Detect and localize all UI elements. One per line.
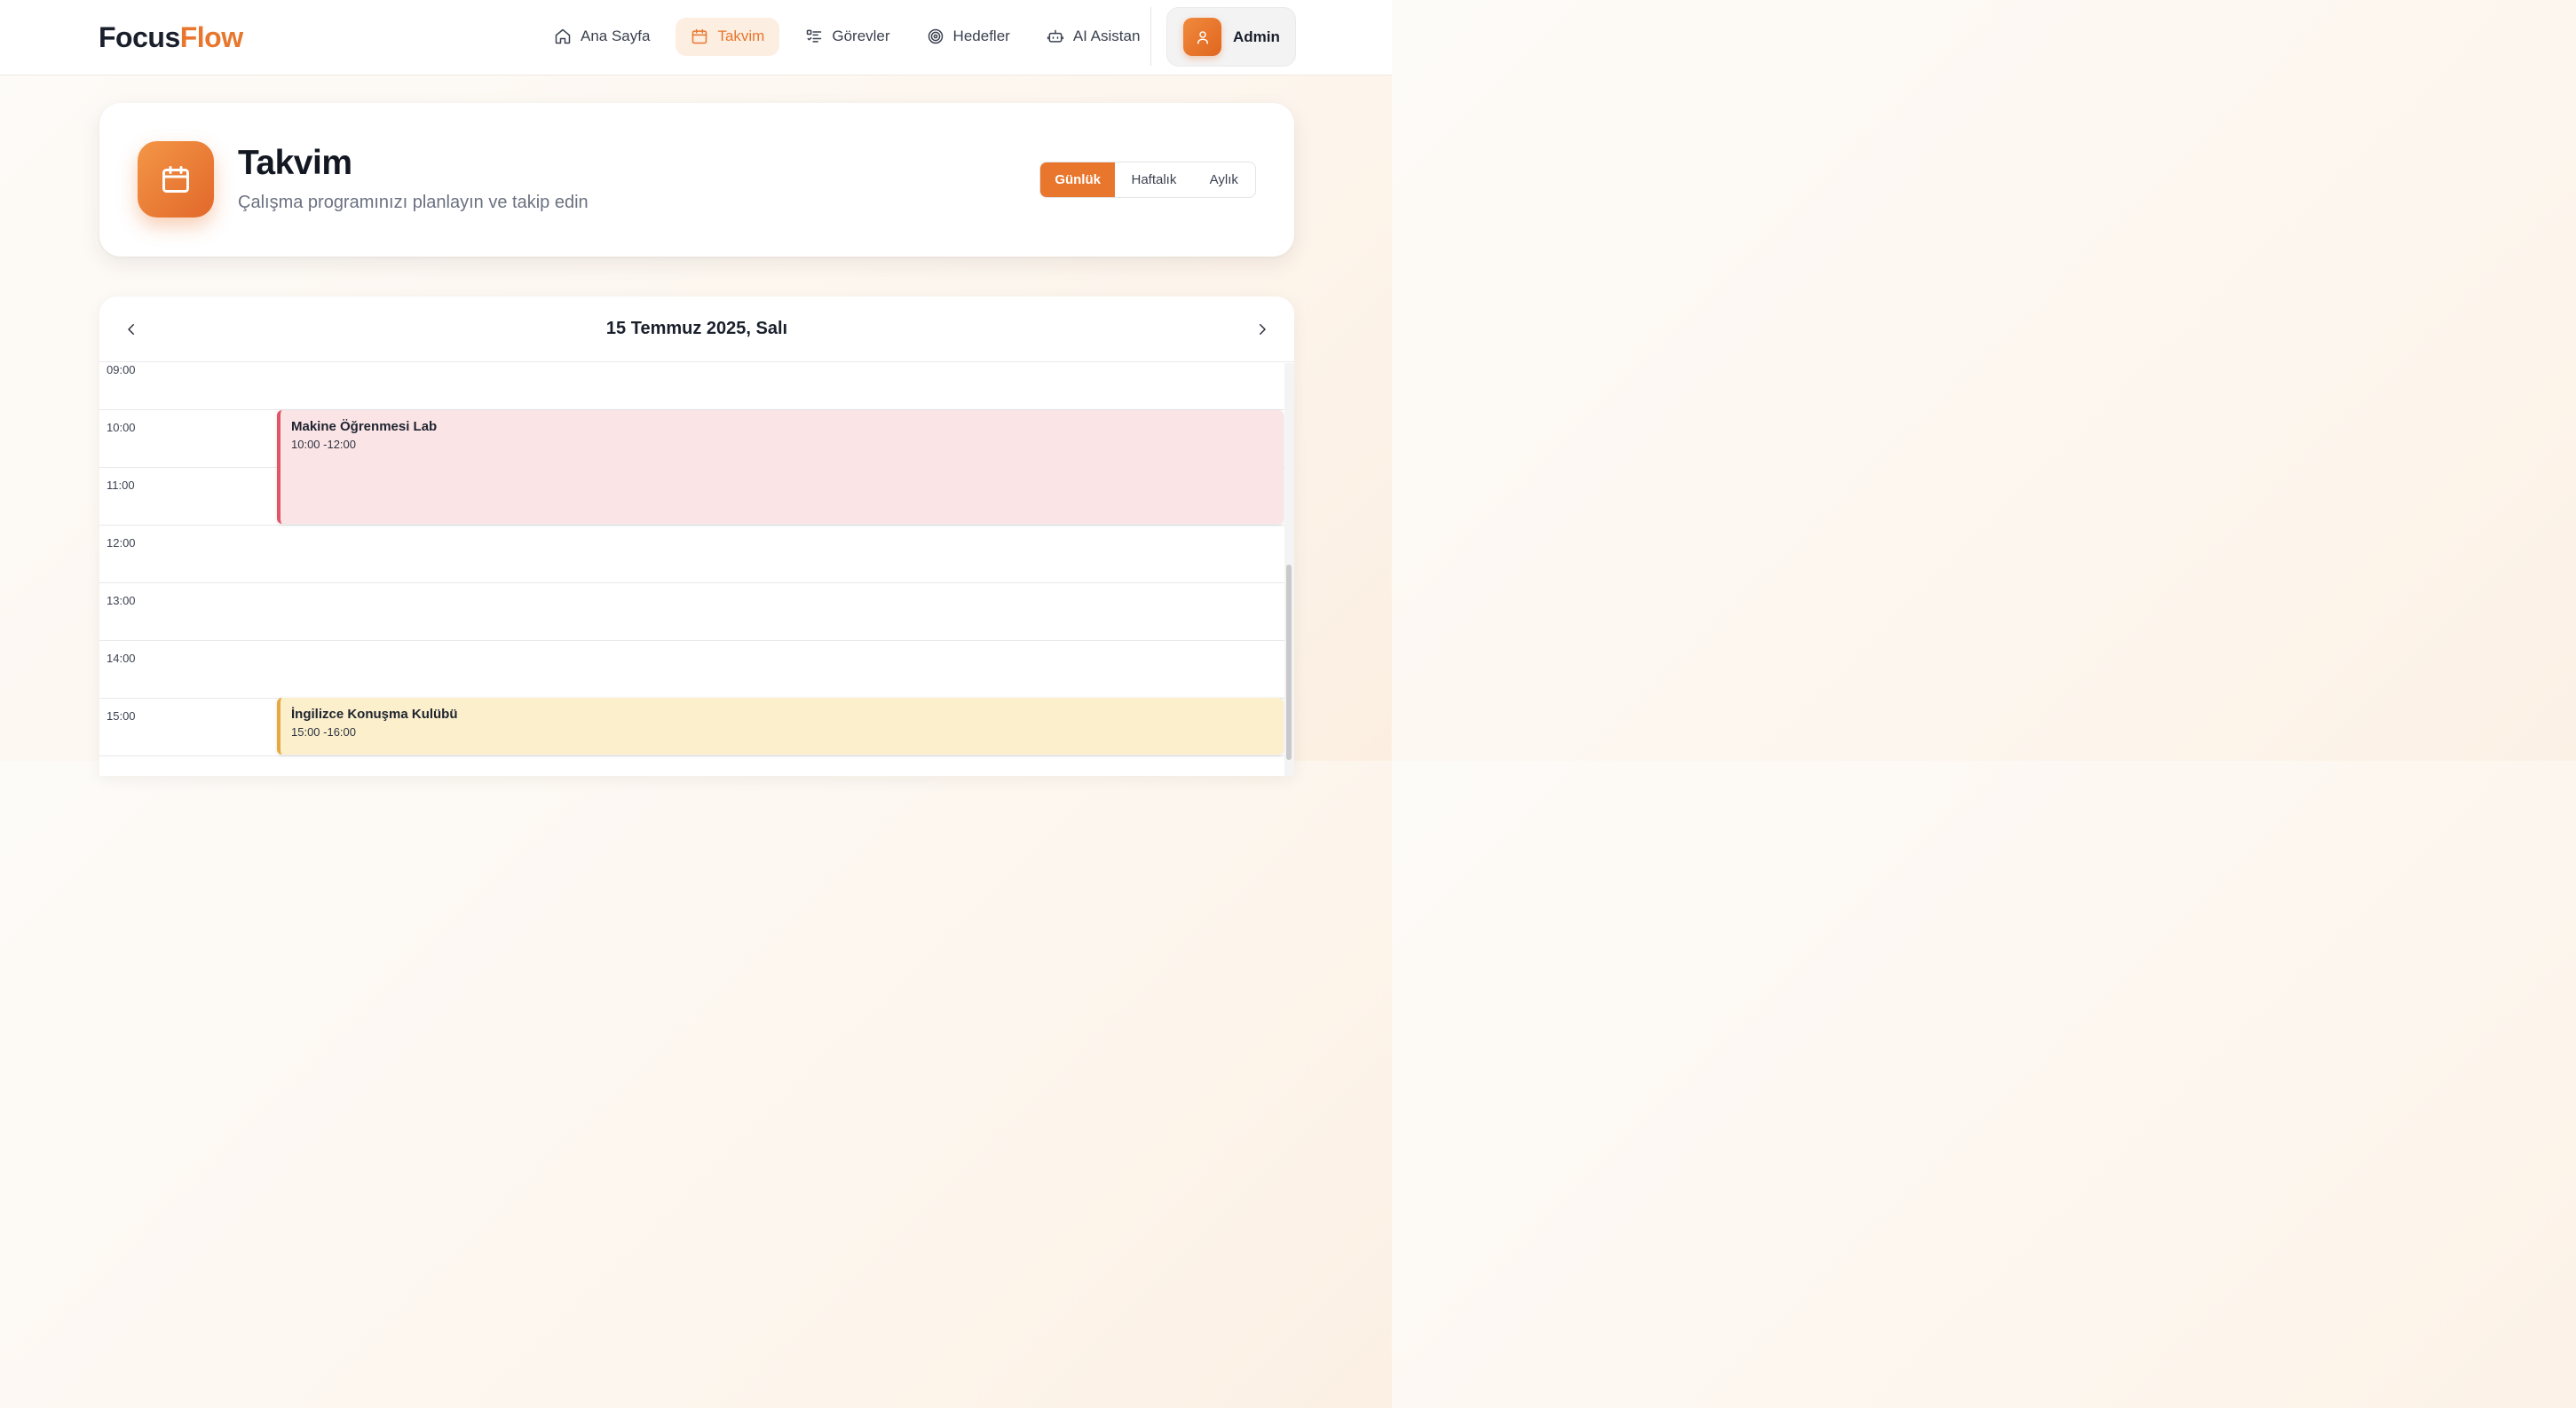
hour-label: 10:00 [107, 421, 136, 434]
event-time: 10:00 -12:00 [291, 438, 357, 451]
user-icon [1197, 30, 1208, 44]
robot-icon [1047, 29, 1063, 43]
hour-row[interactable]: 14:00 [99, 640, 1284, 698]
user-menu-button[interactable]: Admin [1166, 7, 1296, 67]
page-header-card: Takvim Çalışma programınızı planlayın ve… [99, 103, 1294, 257]
nav-item-hedefler[interactable]: Hedefler [916, 18, 1021, 56]
calendar-icon [162, 166, 189, 193]
user-name: Admin [1233, 28, 1280, 45]
page-title: Takvim [238, 144, 352, 182]
calendar-header: 15 Temmuz 2025, Salı [99, 297, 1294, 362]
hour-row[interactable]: 12:00 [99, 525, 1284, 582]
scrollbar-thumb[interactable] [1286, 565, 1292, 760]
hour-row[interactable]: 09:00 [99, 363, 1284, 409]
nav-item-label: Görevler [832, 28, 890, 44]
hour-label: 15:00 [107, 709, 136, 723]
page-icon [138, 141, 214, 218]
hour-row[interactable]: 13:00 [99, 582, 1284, 640]
top-navigation-bar: FocusFlow Ana Sayfa Takvim Görevler Hede… [0, 0, 1392, 75]
brand-logo[interactable]: FocusFlow [99, 20, 243, 55]
chevron-right-icon [1260, 324, 1266, 335]
hour-label: 13:00 [107, 594, 136, 607]
home-icon [555, 28, 571, 44]
nav-divider [1150, 7, 1151, 66]
calendar-scrollbar[interactable] [1284, 363, 1294, 776]
calendar-event-makine-ogrenmesi[interactable]: Makine Öğrenmesi Lab 10:00 -12:00 [277, 410, 1284, 524]
nav-item-gorevler[interactable]: Görevler [794, 18, 900, 56]
nav-item-ai-asistan[interactable]: AI Asistan [1036, 18, 1151, 56]
nav-item-takvim[interactable]: Takvim [676, 17, 780, 56]
nav-item-label: Takvim [717, 28, 765, 44]
calendar-date-label: 15 Temmuz 2025, Salı [605, 319, 788, 338]
target-icon [928, 28, 943, 44]
view-mode-toggle: Günlük Haftalık Aylık [1039, 162, 1256, 198]
hour-label: 09:00 [107, 363, 136, 376]
brand-logo-part2: Flow [179, 21, 243, 53]
hour-label: 12:00 [107, 536, 136, 550]
main-nav: Ana Sayfa Takvim Görevler Hedefler AI As… [543, 17, 1166, 56]
nav-item-label: AI Asistan [1072, 28, 1141, 44]
avatar [1183, 18, 1221, 56]
nav-item-label: Hedefler [952, 28, 1010, 44]
event-title: Makine Öğrenmesi Lab [291, 419, 438, 434]
task-list-icon [807, 29, 822, 43]
event-time: 15:00 -16:00 [291, 725, 357, 739]
brand-logo-part1: Focus [99, 21, 180, 53]
next-day-button[interactable] [1251, 318, 1274, 341]
view-daily-button[interactable]: Günlük [1040, 162, 1116, 197]
event-title: İngilizce Konuşma Kulübü [291, 707, 458, 722]
hour-label: 14:00 [107, 652, 136, 665]
hour-row[interactable] [99, 755, 1284, 776]
view-weekly-button[interactable]: Haftalık [1115, 162, 1192, 197]
nav-item-ana-sayfa[interactable]: Ana Sayfa [543, 18, 660, 56]
view-monthly-button[interactable]: Aylık [1193, 162, 1255, 197]
calendar-event-ingilizce-kulubu[interactable]: İngilizce Konuşma Kulübü 15:00 -16:00 [277, 698, 1284, 755]
hour-label: 11:00 [107, 479, 135, 492]
calendar-time-grid[interactable]: 09:00 10:00 11:00 12:00 13:00 14:00 15:0… [99, 363, 1284, 776]
page-subtitle: Çalışma programınızı planlayın ve takip … [238, 193, 589, 212]
nav-item-label: Ana Sayfa [581, 28, 651, 44]
calendar-icon [692, 28, 707, 44]
calendar-day-view: 15 Temmuz 2025, Salı 09:00 10:00 11:00 1… [99, 297, 1294, 776]
